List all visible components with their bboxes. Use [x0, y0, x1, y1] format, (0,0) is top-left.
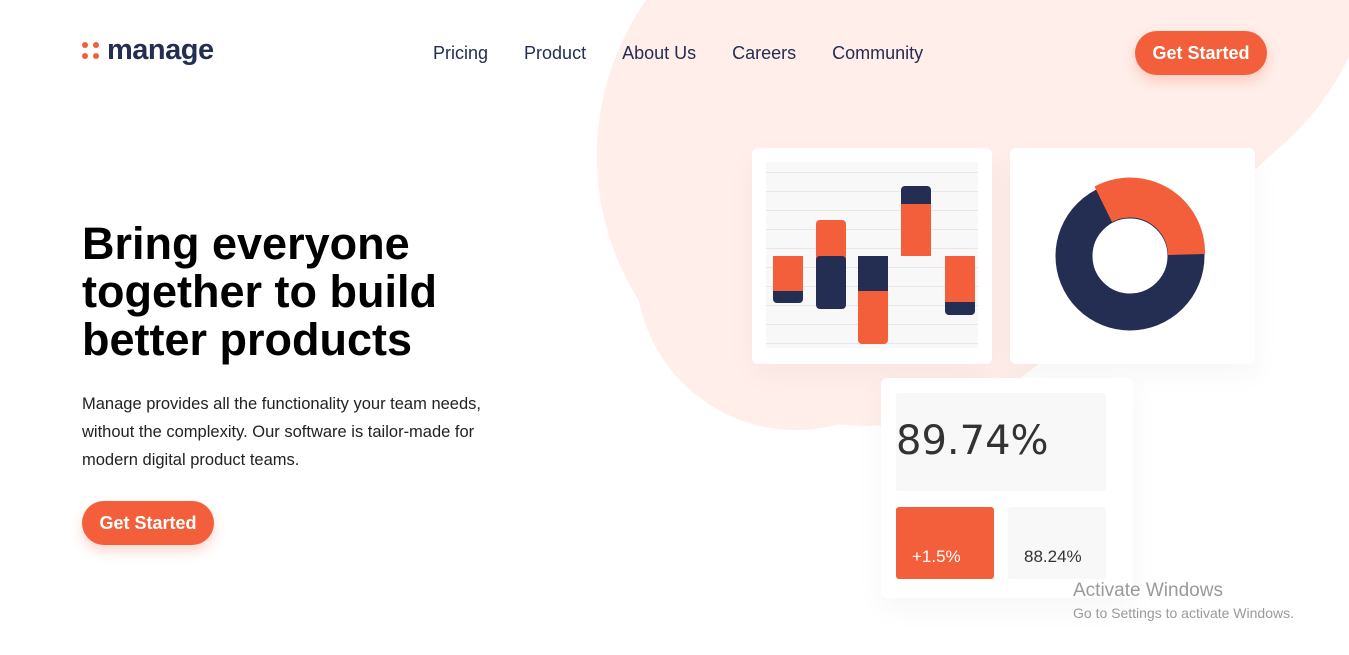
- nav-link-careers[interactable]: Careers: [732, 43, 796, 64]
- watermark-title: Activate Windows: [1073, 580, 1223, 601]
- nav-link-pricing[interactable]: Pricing: [433, 43, 488, 64]
- bar-chart-card: [752, 148, 992, 364]
- hero-get-started-button[interactable]: Get Started: [82, 501, 214, 545]
- change-stat-box: +1.5%: [896, 507, 994, 579]
- logo[interactable]: manage: [82, 34, 214, 67]
- hero-headline: Bring everyone together to build better …: [82, 218, 437, 365]
- nav-link-community[interactable]: Community: [832, 43, 923, 64]
- secondary-stat-value: 88.24%: [1024, 547, 1082, 566]
- logo-dots-icon: [82, 42, 99, 59]
- donut-chart-card: [1010, 148, 1255, 364]
- hero-description: Manage provides all the functionality yo…: [82, 395, 481, 469]
- header-get-started-button[interactable]: Get Started: [1135, 31, 1267, 75]
- main-stat-value: 89.74%: [896, 418, 1049, 464]
- donut-chart-graphic: [1055, 177, 1206, 331]
- logo-text: manage: [107, 34, 214, 66]
- watermark-subtitle: Go to Settings to activate Windows.: [1073, 605, 1294, 621]
- stats-card: 89.74% +1.5% 88.24%: [881, 378, 1133, 598]
- change-stat-value: +1.5%: [912, 547, 961, 566]
- secondary-stat-box: 88.24%: [1008, 507, 1106, 579]
- main-nav: Pricing Product About Us Careers Communi…: [433, 43, 923, 64]
- nav-link-product[interactable]: Product: [524, 43, 586, 64]
- bar-chart-graphic: [773, 186, 975, 344]
- nav-link-about-us[interactable]: About Us: [622, 43, 696, 64]
- activate-windows-watermark: Activate Windows Go to Settings to activ…: [1073, 580, 1294, 621]
